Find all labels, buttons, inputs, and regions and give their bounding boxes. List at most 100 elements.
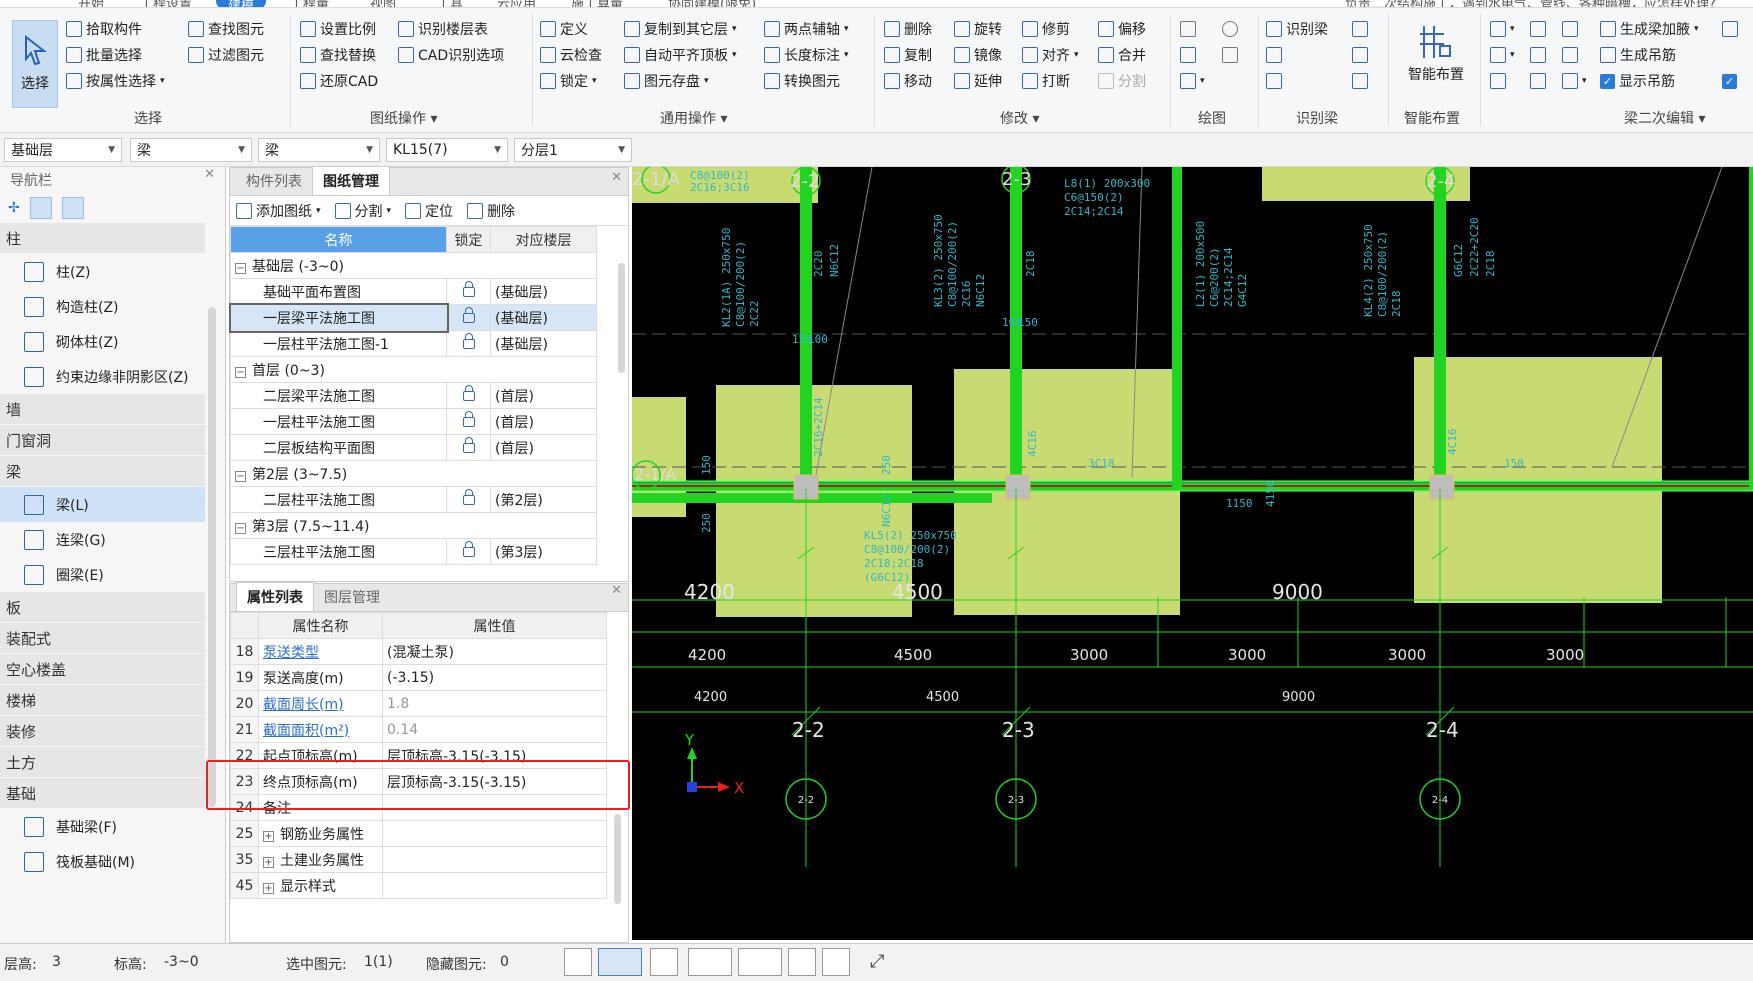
drawing-group-row[interactable]: − 第3层 (7.5~11.4) (230, 512, 597, 539)
collapse-icon[interactable]: − (235, 262, 246, 274)
property-value[interactable]: (-3.15) (382, 664, 607, 691)
nav-category[interactable]: 装修 (0, 716, 205, 747)
nav-category[interactable]: 土方 (0, 747, 205, 778)
beam-edit-tool-7-button[interactable] (1490, 70, 1506, 92)
nav-category[interactable]: 装配式 (0, 623, 205, 654)
screenshot-icon[interactable] (788, 948, 816, 976)
batch-select-button[interactable]: 批量选择 (66, 44, 142, 66)
smart-layout-button[interactable]: 智能布置 (1404, 20, 1468, 84)
split-button[interactable]: 分割 (1098, 70, 1146, 92)
drawing-group-row[interactable]: − 基础层 (-3~0) (230, 252, 597, 279)
delete-drawing-button[interactable]: 删除 (467, 201, 515, 221)
measure-icon[interactable] (822, 948, 850, 976)
pin-icon[interactable]: ✢ (8, 200, 20, 216)
property-value[interactable]: 0.14 (382, 716, 607, 743)
generate-haunch-button[interactable]: 生成梁加腋 ▾ (1600, 18, 1699, 40)
beam-edit-tool-5-button[interactable] (1530, 44, 1546, 66)
find-element-button[interactable]: 查找图元 (188, 18, 264, 40)
property-row[interactable]: 19 泵送高度(m) (-3.15) (230, 664, 607, 691)
lock-cell[interactable] (446, 382, 491, 409)
cad-drawing-canvas[interactable]: 2-1/A 2-2 2-3 2-4 2-1/A C8@100(2) 2C16;3… (632, 167, 1753, 940)
tab-project-settings[interactable]: 工程设置 (140, 0, 192, 7)
offset-button[interactable]: 偏移 (1098, 18, 1146, 40)
merge-button[interactable]: 合并 (1098, 44, 1146, 66)
drawing-scrollbar[interactable] (618, 263, 625, 373)
property-row[interactable]: 18 泵送类型 (混凝土泵) (230, 638, 607, 665)
tab-layer-management[interactable]: 图层管理 (314, 583, 390, 611)
tab-view[interactable]: 视图 (370, 0, 396, 7)
delete-button[interactable]: 删除 (884, 18, 932, 40)
ribbon-overflow-checkbox[interactable]: ✓ (1722, 70, 1737, 92)
tab-cloud[interactable]: 云应用 (497, 0, 536, 7)
nav-item[interactable]: 连梁(G) (0, 522, 205, 557)
property-scrollbar[interactable] (614, 814, 621, 904)
detail-view-icon[interactable] (61, 197, 84, 219)
ortho-toggle-icon[interactable] (564, 948, 592, 976)
snap-toggle-icon[interactable] (598, 948, 642, 976)
nav-item[interactable]: 约束边缘非阴影区(Z) (0, 359, 205, 394)
beam-edit-tool-9-button[interactable]: ▾ (1562, 70, 1587, 92)
recognize-tool-3-button[interactable] (1352, 44, 1368, 66)
save-element-button[interactable]: 图元存盘 ▾ (624, 70, 709, 92)
select-by-property-button[interactable]: 按属性选择 ▾ (66, 70, 165, 92)
property-row[interactable]: 25 + 钢筋业务属性 (230, 820, 607, 847)
draw-point-button[interactable] (1180, 18, 1196, 40)
trim-button[interactable]: 修剪 (1022, 18, 1070, 40)
property-value[interactable] (382, 846, 607, 873)
filter-element-button[interactable]: 过滤图元 (188, 44, 264, 66)
select-button[interactable]: 选择 (12, 20, 58, 108)
set-scale-button[interactable]: 设置比例 (300, 18, 376, 40)
auto-align-top-slab-button[interactable]: 自动平齐顶板 ▾ (624, 44, 737, 66)
lock-cell[interactable] (446, 330, 491, 357)
recognize-beam-button[interactable]: 识别梁 (1266, 18, 1328, 40)
nav-category[interactable]: 基础 (0, 778, 205, 809)
pick-component-button[interactable]: 拾取构件 (66, 18, 142, 40)
nav-item[interactable]: 构造柱(Z) (0, 289, 205, 324)
draw-rect-button[interactable] (1222, 44, 1238, 66)
nav-item[interactable]: 梁(L) (0, 487, 205, 522)
lock-cell[interactable] (446, 304, 491, 331)
drawing-row[interactable]: 一层柱平法施工图 (首层) (230, 408, 597, 435)
tab-tools[interactable]: 工具 (437, 0, 463, 7)
type-select[interactable]: 梁 ▼ (258, 138, 380, 162)
generate-hanger-button[interactable]: 生成吊筋 (1600, 44, 1676, 66)
copy-button[interactable]: 复制 (884, 44, 932, 66)
locate-drawing-button[interactable]: 定位 (405, 201, 453, 221)
draw-arc-button[interactable] (1222, 18, 1238, 40)
column-header-lock[interactable]: 锁定 (446, 226, 491, 253)
category-select[interactable]: 梁 ▼ (130, 138, 252, 162)
dynamic-input-icon[interactable] (738, 948, 782, 976)
recognize-tool-2-button[interactable] (1266, 44, 1282, 66)
lock-cell[interactable] (446, 408, 491, 435)
beam-edit-tool-6-button[interactable] (1562, 44, 1578, 66)
nav-category[interactable]: 墙 (0, 394, 205, 425)
cross-select-icon[interactable] (650, 948, 678, 976)
beam-edit-tool-3-button[interactable] (1562, 18, 1578, 40)
nav-item[interactable]: 基础梁(F) (0, 809, 205, 844)
lock-cell[interactable] (446, 278, 491, 305)
property-row[interactable]: 35 + 土建业务属性 (230, 846, 607, 873)
nav-scrollbar[interactable] (208, 307, 216, 807)
expand-icon[interactable]: + (263, 830, 274, 842)
drawing-row[interactable]: 三层柱平法施工图 (第3层) (230, 538, 597, 565)
element-select[interactable]: KL15(7) ▼ (386, 138, 508, 162)
lock-cell[interactable] (446, 434, 491, 461)
column-header-name[interactable]: 名称 (230, 226, 447, 253)
nav-item[interactable]: 圈梁(E) (0, 557, 205, 592)
draw-polyline-button[interactable]: ▾ (1180, 70, 1205, 92)
define-button[interactable]: 定义 (540, 18, 588, 40)
collapse-icon[interactable]: − (235, 366, 246, 378)
tab-modeling[interactable]: 建模 (216, 0, 267, 7)
property-value[interactable]: 1.8 (382, 690, 607, 717)
property-value[interactable] (382, 820, 607, 847)
find-replace-button[interactable]: 查找替换 (300, 44, 376, 66)
tab-quantity[interactable]: 工程量 (290, 0, 329, 7)
nav-item[interactable]: 筏板基础(M) (0, 844, 205, 879)
list-view-icon[interactable] (29, 197, 52, 219)
property-row[interactable]: 21 截面面积(m²) 0.14 (230, 716, 607, 743)
recognize-floor-table-button[interactable]: 识别楼层表 (398, 18, 488, 40)
rotate-button[interactable]: 旋转 (954, 18, 1002, 40)
property-value[interactable]: (混凝土泵) (382, 638, 607, 665)
break-button[interactable]: 打断 (1022, 70, 1070, 92)
tab-construction-quantity[interactable]: 施工算量 (571, 0, 623, 7)
